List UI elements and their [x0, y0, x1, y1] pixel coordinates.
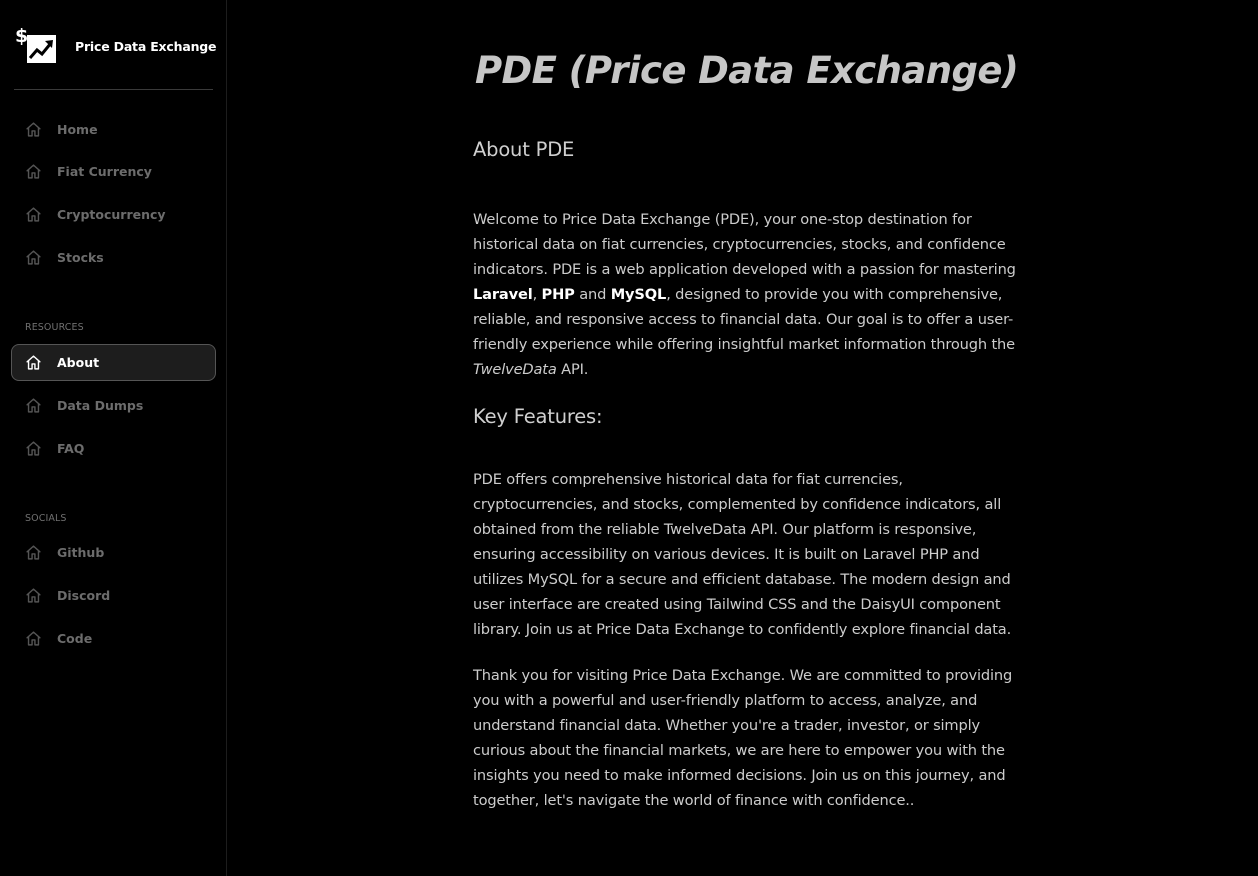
- home-icon: [26, 398, 41, 413]
- sidebar-item-github[interactable]: Github: [11, 534, 216, 571]
- sidebar-item-discord[interactable]: Discord: [11, 577, 216, 614]
- sidebar-item-label: Cryptocurrency: [57, 207, 166, 222]
- about-paragraph: Welcome to Price Data Exchange (PDE), yo…: [473, 207, 1018, 382]
- section-label-socials: SOCIALS: [25, 513, 67, 524]
- about-text-separator: ,: [532, 286, 542, 303]
- brand[interactable]: $ Price Data Exchange: [14, 26, 217, 90]
- home-icon: [26, 250, 41, 265]
- sidebar-item-label: Discord: [57, 588, 111, 603]
- thanks-paragraph: Thank you for visiting Price Data Exchan…: [473, 667, 1013, 809]
- section-label-resources: RESOURCES: [25, 322, 84, 333]
- home-icon: [26, 122, 41, 137]
- sidebar-item-faq[interactable]: FAQ: [11, 430, 216, 467]
- sidebar-item-label: Fiat Currency: [57, 164, 152, 179]
- about-text-end: API.: [556, 361, 589, 378]
- sidebar-item-label: FAQ: [57, 441, 85, 456]
- home-icon: [26, 631, 41, 646]
- home-icon: [26, 588, 41, 603]
- about-text-intro: Welcome to Price Data Exchange (PDE), yo…: [473, 211, 1016, 278]
- sidebar-item-stocks[interactable]: Stocks: [11, 239, 216, 276]
- sidebar-item-label: Code: [57, 631, 93, 646]
- home-icon: [26, 164, 41, 179]
- about-text-and: and: [574, 286, 611, 303]
- home-icon: [26, 207, 41, 222]
- about-text-laravel: Laravel: [473, 286, 533, 303]
- page-title: PDE (Price Data Exchange): [475, 49, 1019, 92]
- home-icon: [26, 355, 41, 370]
- about-heading: About PDE: [473, 138, 575, 161]
- brand-title: Price Data Exchange: [75, 39, 217, 54]
- sidebar-item-label: Home: [57, 122, 98, 137]
- home-icon: [26, 441, 41, 456]
- sidebar: $ Price Data Exchange Home Fiat Currency…: [0, 0, 227, 876]
- about-text-php: PHP: [541, 286, 575, 303]
- sidebar-item-about[interactable]: About: [11, 344, 216, 381]
- about-text-twelvedata: TwelveData: [473, 361, 557, 378]
- dollar-chart-up-icon: $: [15, 26, 56, 63]
- home-icon: [26, 545, 41, 560]
- sidebar-item-fiat-currency[interactable]: Fiat Currency: [11, 153, 216, 190]
- sidebar-item-label: Data Dumps: [57, 398, 144, 413]
- sidebar-item-label: Stocks: [57, 250, 104, 265]
- features-paragraph: PDE offers comprehensive historical data…: [473, 471, 1012, 638]
- sidebar-item-data-dumps[interactable]: Data Dumps: [11, 387, 216, 424]
- features-heading: Key Features:: [473, 405, 603, 428]
- sidebar-item-code[interactable]: Code: [11, 620, 216, 657]
- sidebar-item-label: Github: [57, 545, 105, 560]
- about-text-mysql: MySQL: [610, 286, 667, 303]
- sidebar-item-home[interactable]: Home: [11, 111, 216, 148]
- sidebar-item-label: About: [57, 355, 100, 370]
- svg-text:$: $: [15, 26, 28, 47]
- sidebar-item-cryptocurrency[interactable]: Cryptocurrency: [11, 196, 216, 233]
